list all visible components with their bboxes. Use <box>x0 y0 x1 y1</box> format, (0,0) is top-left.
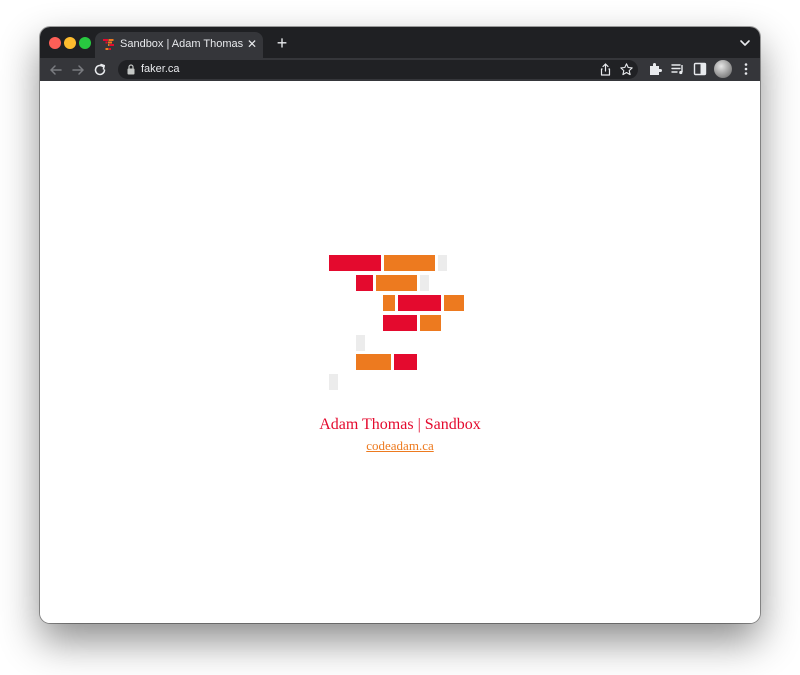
logo-brick <box>383 315 417 331</box>
logo-brick <box>329 374 338 390</box>
plus-icon[interactable]: + <box>272 33 292 53</box>
logo-brick <box>444 295 464 311</box>
profile-avatar[interactable] <box>714 60 732 78</box>
logo-brick <box>383 295 395 311</box>
reload-icon[interactable] <box>91 61 109 79</box>
codeadam-link[interactable]: codeadam.ca <box>366 438 433 453</box>
puzzle-icon[interactable] <box>647 61 663 77</box>
logo-brick <box>376 275 417 291</box>
minimize-window-button[interactable] <box>64 37 76 49</box>
address-bar[interactable]: faker.ca <box>118 60 638 79</box>
close-window-button[interactable] <box>49 37 61 49</box>
side-panel-icon[interactable] <box>692 61 708 77</box>
logo-brick <box>384 255 435 271</box>
chevron-down-icon[interactable] <box>737 35 753 51</box>
tab-title: Sandbox | Adam Thomas <box>120 38 244 50</box>
maximize-window-button[interactable] <box>79 37 91 49</box>
lock-icon[interactable] <box>126 64 136 75</box>
site-link-container: codeadam.ca <box>40 438 760 454</box>
media-queue-icon[interactable] <box>670 61 686 77</box>
logo-brick <box>356 335 365 351</box>
share-icon[interactable] <box>598 62 613 77</box>
star-icon[interactable] <box>619 62 634 77</box>
logo-brick <box>438 255 447 271</box>
back-arrow-icon[interactable] <box>47 61 65 79</box>
logo-brick <box>420 275 429 291</box>
brick-logo <box>329 255 465 391</box>
logo-brick <box>420 315 441 331</box>
logo-brick <box>394 354 417 370</box>
forward-arrow-icon[interactable] <box>69 61 87 79</box>
logo-brick <box>356 275 373 291</box>
logo-brick <box>356 354 391 370</box>
browser-window: Sandbox | Adam Thomas ✕ + faker.ca Adam … <box>40 27 760 623</box>
page-content: Adam Thomas | Sandbox codeadam.ca <box>40 81 760 623</box>
tab-strip: Sandbox | Adam Thomas ✕ + <box>40 27 760 58</box>
tab-sandbox[interactable]: Sandbox | Adam Thomas ✕ <box>95 32 263 58</box>
kebab-menu-icon[interactable] <box>738 61 754 77</box>
logo-brick <box>329 255 381 271</box>
brick-logo-icon <box>103 39 114 50</box>
close-icon[interactable]: ✕ <box>245 37 259 51</box>
browser-toolbar: faker.ca <box>40 58 760 81</box>
page-title: Adam Thomas | Sandbox <box>319 416 481 433</box>
url-text[interactable]: faker.ca <box>141 63 180 75</box>
logo-brick <box>398 295 441 311</box>
